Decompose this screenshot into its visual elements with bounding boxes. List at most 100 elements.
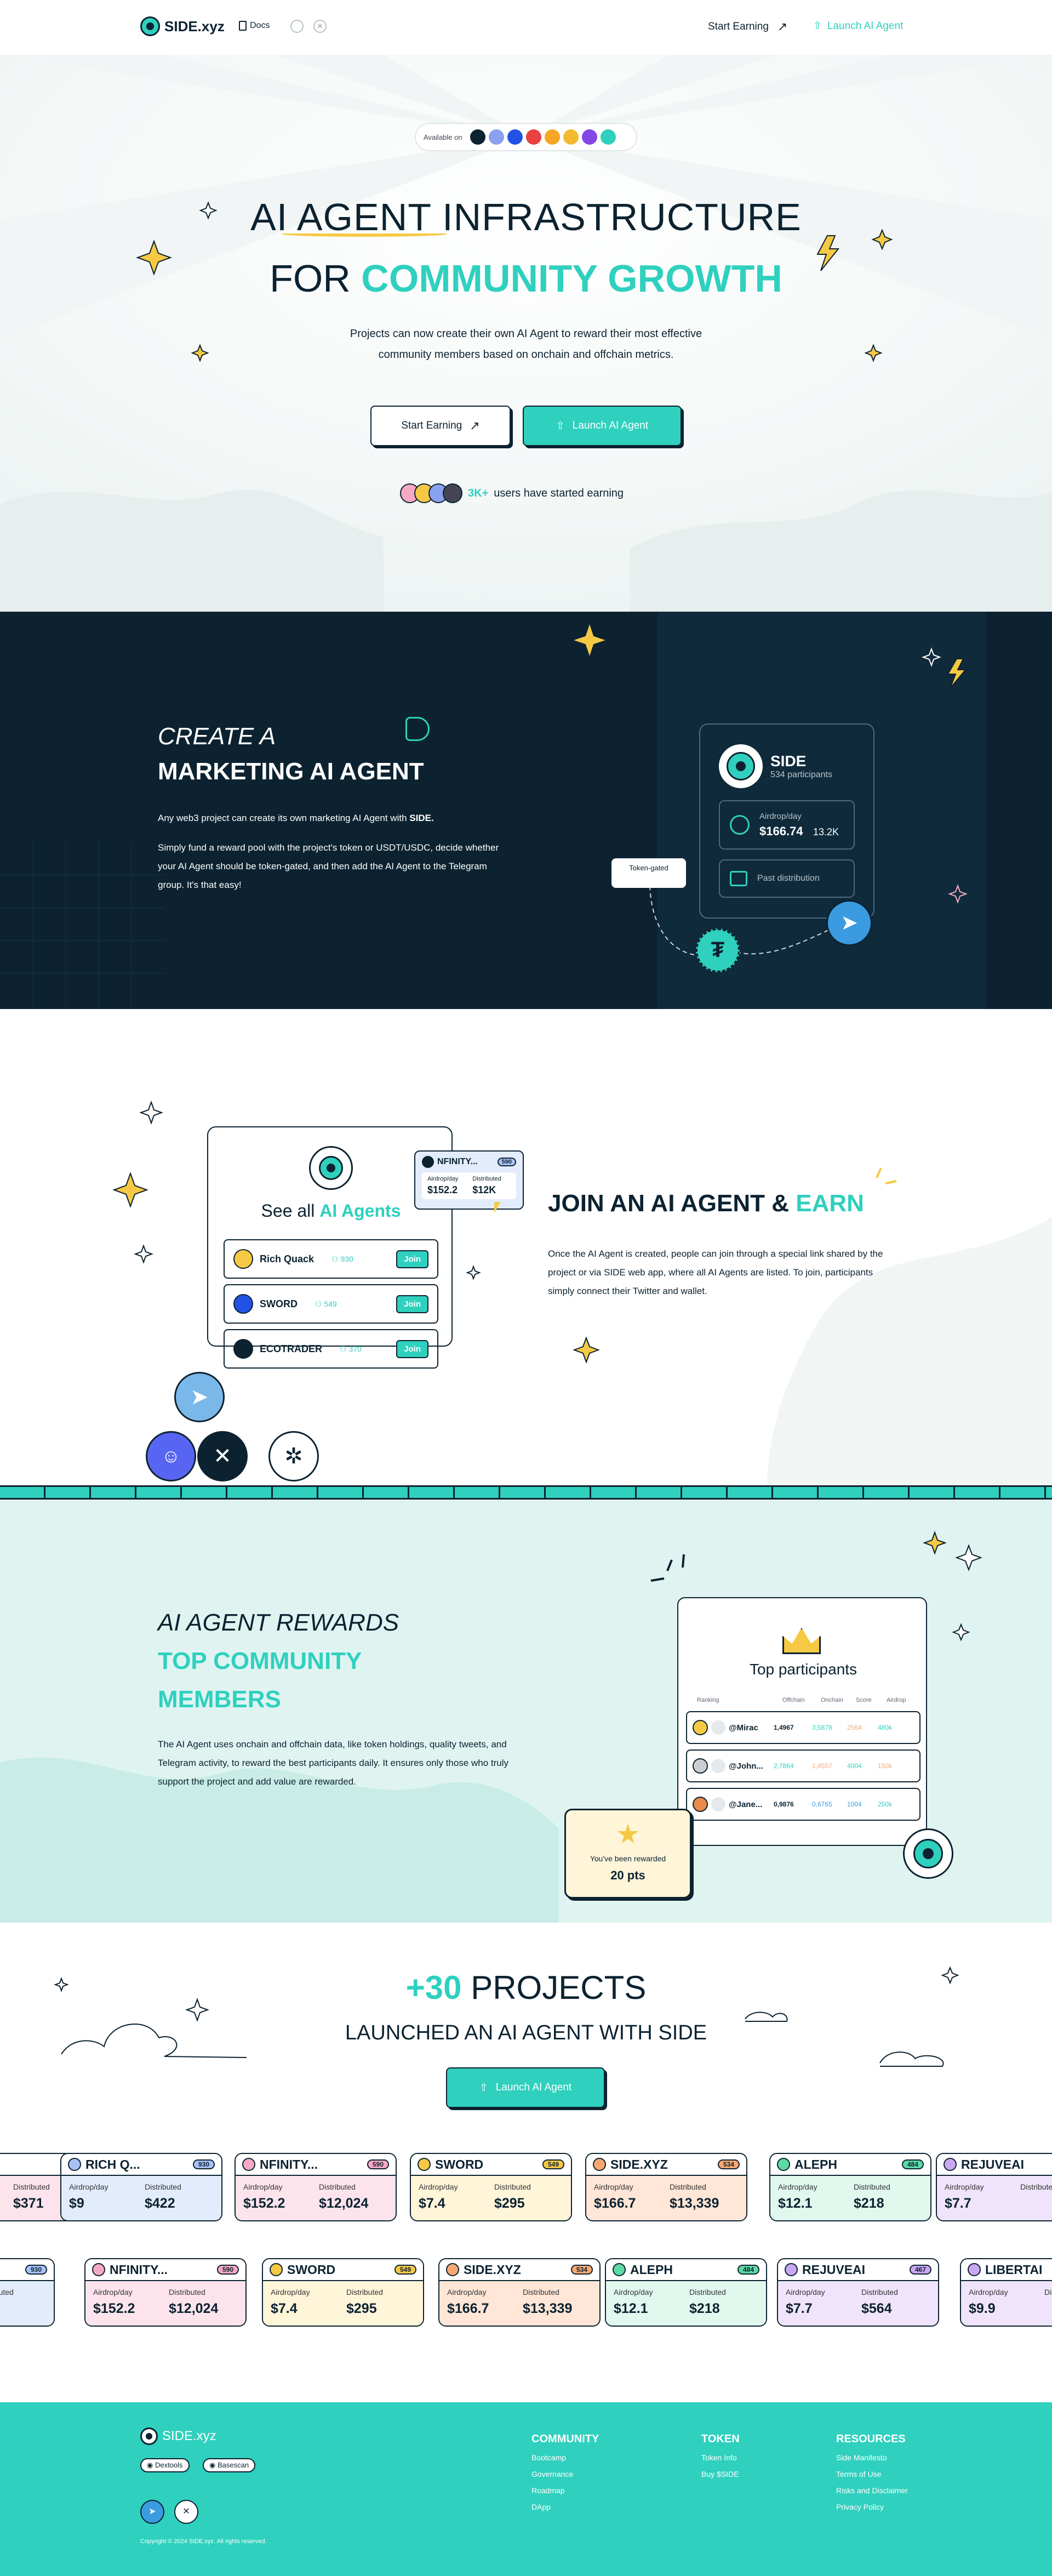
avatar bbox=[711, 1720, 725, 1735]
airdrop-stat-value: $166.7 bbox=[447, 2301, 489, 2316]
header-launch-link[interactable]: ⇧ Launch AI Agent bbox=[813, 20, 903, 32]
x-icon[interactable]: ✕ bbox=[313, 20, 327, 33]
project-stats: Airdrop/dayDistributed422 bbox=[0, 2281, 54, 2317]
distributed-stat: Distributed 422 bbox=[0, 2288, 37, 2317]
basescan-link[interactable]: ◉ Basescan bbox=[203, 2458, 256, 2472]
footer-link-dapp[interactable]: DApp bbox=[531, 2503, 599, 2511]
site-header: SIDE.xyz Docs ✕ Start Earning ↗ ⇧ Launch… bbox=[0, 0, 1052, 55]
airdrop-stat-value: $12.1 bbox=[614, 2301, 648, 2316]
project-card[interactable]: SWORD 549 Airdrop/day $7.4 Distributed $295 bbox=[262, 2258, 424, 2327]
sparkle-icon bbox=[952, 1623, 970, 1642]
project-name: NFINITY... bbox=[260, 2157, 318, 2172]
project-logo-icon bbox=[242, 2158, 255, 2171]
gold-medal-icon bbox=[693, 1720, 708, 1735]
telegram-icon[interactable]: ➤ bbox=[174, 1372, 225, 1422]
footer-link-terms[interactable]: Terms of Use bbox=[836, 2470, 908, 2478]
rocket-icon: ⇧ bbox=[479, 2082, 488, 2094]
footer-link-manifesto[interactable]: Side Manifesto bbox=[836, 2453, 908, 2462]
participants-badge: 484 bbox=[737, 2265, 759, 2275]
distributed-stat-label: Distributed bbox=[145, 2182, 181, 2191]
project-card[interactable]: LIBERTAI Airdrop/day $9.9 Distributed bbox=[960, 2258, 1052, 2327]
eye-logo-icon bbox=[140, 16, 160, 36]
airdrop-stat-value: $7.4 bbox=[419, 2196, 445, 2211]
project-card[interactable]: NFINITY... 590 Airdrop/day $152.2 Distribute… bbox=[84, 2258, 247, 2327]
avatar bbox=[711, 1759, 725, 1773]
users-row: 3K+ users have started earning bbox=[400, 483, 624, 503]
project-card[interactable]: NFINITY... 590 Airdrop/day $152.2 Distribute… bbox=[235, 2153, 397, 2221]
start-earning-button[interactable]: Start Earning ↗ bbox=[370, 406, 511, 446]
distributed-stat-label: Distributed bbox=[1020, 2182, 1052, 2191]
table-row: @Jane... 0,9876 0,6765 1004 250k bbox=[686, 1788, 921, 1821]
projects-title: +30 PROJECTS bbox=[405, 1969, 647, 2006]
project-card[interactable]: REJUVEAI 467 Airdrop/day $7.7 Distributed $56… bbox=[777, 2258, 939, 2327]
agent-header: SIDE 534 participants bbox=[700, 725, 873, 788]
sparkle-icon bbox=[136, 240, 172, 276]
join-button[interactable]: Join bbox=[396, 1250, 428, 1268]
project-logo-icon bbox=[446, 2263, 459, 2276]
distributed-stat-value: $295 bbox=[494, 2196, 525, 2211]
project-card[interactable]: ALEPH 484 Airdrop/day $12.1 Distributed $218 bbox=[605, 2258, 767, 2327]
table-row: @John... 2,7864 1,4557 4004 150k bbox=[686, 1749, 921, 1782]
join-button[interactable]: Join bbox=[396, 1340, 428, 1358]
join-button[interactable]: Join bbox=[396, 1295, 428, 1313]
leaderboard-rows: @Mirac 1,4967 3,5878 2564 480k @John... … bbox=[686, 1711, 921, 1821]
project-name: SIDE.XYZ bbox=[610, 2157, 668, 2172]
participants-badge: 534 bbox=[570, 2265, 593, 2275]
agent-list: Rich Quack ⚇ 930 Join SWORD ⚇ 549 Join E… bbox=[224, 1239, 438, 1369]
project-card[interactable]: REJUVEAI Airdrop/day $7.7 Distributed bbox=[936, 2153, 1052, 2221]
project-card[interactable]: SIDE.XYZ 534 Airdrop/day $166.7 Distributed $… bbox=[585, 2153, 747, 2221]
project-stats: Airdrop/day $166.7 Distributed $13,339 bbox=[586, 2176, 746, 2212]
social-icon[interactable] bbox=[290, 20, 304, 33]
airdrop-value: $166.74 bbox=[759, 824, 803, 838]
airdrop-stat: Airdrop/day $152.2 bbox=[243, 2182, 304, 2212]
project-logo-icon bbox=[785, 2263, 798, 2276]
distributed-stat: Distributed $564 bbox=[861, 2288, 922, 2317]
agent-card: SIDE 534 participants Airdrop/day $166.7… bbox=[699, 723, 874, 919]
dextools-link[interactable]: ◉ Dextools bbox=[140, 2458, 190, 2472]
projects-subtitle: LAUNCHED AN AI AGENT WITH SIDE bbox=[345, 2021, 707, 2044]
x-icon[interactable]: ✕ bbox=[174, 2500, 198, 2524]
project-card-header: 930 bbox=[0, 2259, 54, 2281]
airdrop-stat-value: $152.2 bbox=[93, 2301, 135, 2316]
footer-link-governance[interactable]: Governance bbox=[531, 2470, 599, 2478]
airdrop-stat-label: Airdrop/day bbox=[419, 2182, 458, 2191]
project-logo-icon bbox=[968, 2263, 981, 2276]
footer-link-privacy[interactable]: Privacy Policy bbox=[836, 2503, 908, 2511]
x-icon[interactable]: ✕ bbox=[197, 1431, 248, 1481]
project-card[interactable]: 930 Airdrop/dayDistributed422 bbox=[0, 2258, 55, 2327]
footer-link-bootcamp[interactable]: Bootcamp bbox=[531, 2453, 599, 2462]
reward-toast: You've been rewarded 20 pts bbox=[564, 1809, 691, 1899]
discord-icon[interactable]: ☺ bbox=[146, 1431, 196, 1481]
footer-link-token-info[interactable]: Token Info bbox=[701, 2453, 740, 2462]
distributed-stat-value: $13,339 bbox=[523, 2301, 573, 2316]
rewards-section: AI AGENT REWARDS TOP COMMUNITY MEMBERS T… bbox=[0, 1500, 1052, 1923]
docs-link[interactable]: Docs bbox=[239, 21, 270, 31]
projects-launch-button[interactable]: ⇧ Launch AI Agent bbox=[446, 2067, 605, 2108]
distributed-stat-label: Distributed bbox=[861, 2288, 898, 2296]
participants-badge: 930 bbox=[25, 2265, 47, 2275]
marketing-title-bold: MARKETING AI AGENT bbox=[158, 758, 424, 785]
partner-logo-icon[interactable]: ✲ bbox=[268, 1431, 319, 1481]
footer-link-risks[interactable]: Risks and Disclaimer bbox=[836, 2486, 908, 2495]
project-stats: Airdrop/day $7.4 Distributed $295 bbox=[263, 2281, 423, 2317]
project-card[interactable]: ALEPH 484 Airdrop/day $12.1 Distributed $218 bbox=[769, 2153, 931, 2221]
project-card-header: SWORD 549 bbox=[411, 2154, 571, 2176]
project-card[interactable]: SWORD 549 Airdrop/day $7.4 Distributed $295 bbox=[410, 2153, 572, 2221]
footer-link-roadmap[interactable]: Roadmap bbox=[531, 2486, 599, 2495]
distributed-stat-label: Distributed bbox=[689, 2288, 726, 2296]
project-name: ALEPH bbox=[630, 2262, 673, 2277]
target-icon bbox=[730, 815, 750, 835]
marketing-p1: Any web3 project can create its own mark… bbox=[158, 813, 434, 823]
sparkle-icon bbox=[466, 1265, 481, 1280]
brand-logo[interactable]: SIDE.xyz bbox=[140, 16, 225, 36]
project-card-header: ALEPH 484 bbox=[606, 2259, 766, 2281]
footer-brand[interactable]: SIDE.xyz bbox=[140, 2427, 216, 2445]
header-start-earning-link[interactable]: Start Earning ↗ bbox=[708, 20, 787, 34]
project-card[interactable]: SIDE.XYZ 534 Airdrop/day $166.7 Distributed $… bbox=[438, 2258, 601, 2327]
rocket-icon: ⇧ bbox=[813, 20, 822, 32]
telegram-icon[interactable]: ➤ bbox=[140, 2500, 164, 2524]
footer-link-buy-side[interactable]: Buy $SIDE bbox=[701, 2470, 740, 2478]
project-card[interactable]: RICH Q... 930 Airdrop/day $9 Distributed $422 bbox=[60, 2153, 222, 2221]
distributed-stat-value: $12,024 bbox=[319, 2196, 369, 2211]
launch-ai-agent-button[interactable]: ⇧ Launch AI Agent bbox=[523, 406, 682, 446]
